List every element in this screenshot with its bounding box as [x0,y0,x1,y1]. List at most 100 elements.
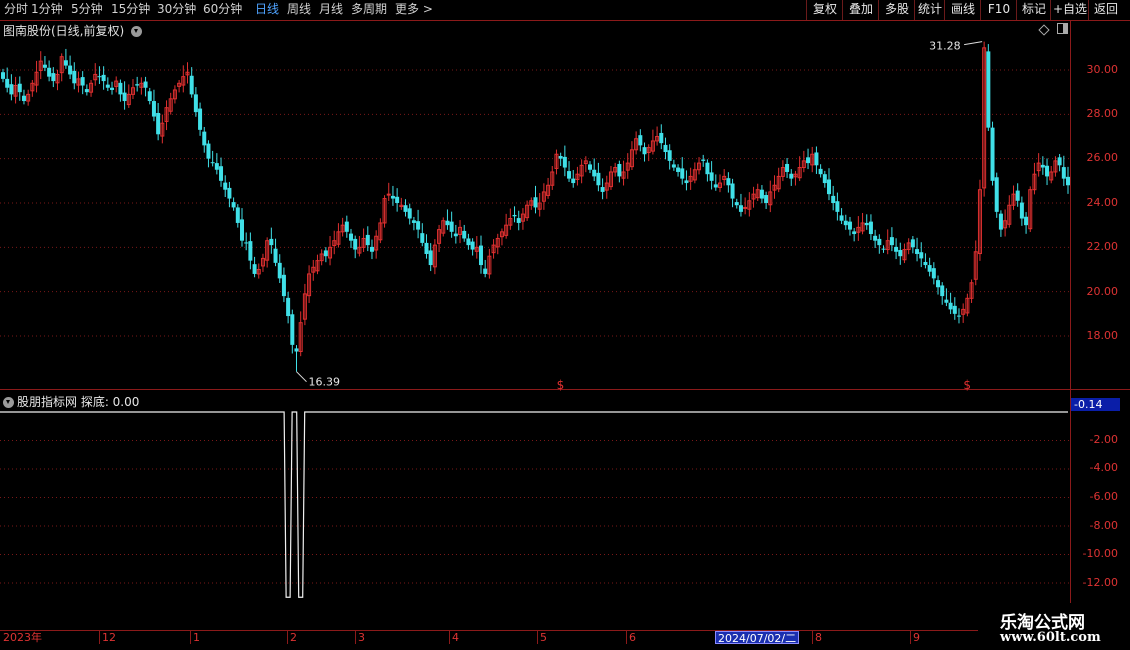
candle-body-down [411,220,416,223]
candle-body-down [831,195,836,203]
candle-body-down [533,197,538,208]
candle-body-down [290,314,295,345]
candle-body-down [877,238,882,246]
candle-body-down [5,78,10,88]
candle-body-down [596,172,601,186]
candle-body-down [806,157,811,164]
candle-body-down [835,201,840,212]
candle-body-down [51,73,56,82]
price-label-28: 28.00 [1086,107,1119,120]
candle-body-down [214,163,219,170]
candle-body-down [198,108,203,130]
candle-body-down [814,152,819,166]
date-label-3: 3 [358,631,365,644]
candle-body-down [231,202,236,208]
candle-body-down [68,65,73,75]
candle-body-down [193,94,198,113]
candle-body-down [369,246,374,252]
candle-body-down [395,196,400,203]
candle-body-down [235,207,240,223]
candle-body-down [931,268,936,279]
candle-body-down [948,302,953,310]
high-price-label: 31.28 [929,40,961,53]
indicator-line [0,411,1068,598]
price-label-22: 22.00 [1086,240,1119,253]
indicator-header: 股朋指标网 探底: 0.00 [3,393,139,410]
candle-body-down [676,167,681,172]
date-axis: 2023年 12 1 2 3 4 5 6 8 9 [0,630,978,645]
candle-body-down [72,70,77,84]
candle-body-down [516,218,521,223]
date-label-2: 2 [290,631,297,644]
candle-body-up [386,193,391,196]
candle-body-down [1,72,5,79]
date-label-1: 1 [193,631,200,644]
date-label-8: 8 [815,631,822,644]
candle-body-down [365,234,370,246]
low-arrow [296,371,307,383]
candle-body-down [659,132,664,144]
candle-body-down [206,143,211,159]
candle-body-down [785,163,790,172]
candle-body-down [105,84,110,88]
high-arrow [964,41,983,46]
candle-body-down [9,84,14,95]
candle-body-down [1040,164,1045,168]
candle-body-down [889,237,894,246]
candle-body-down [462,230,467,239]
candle-body-down [424,242,429,254]
candle-body-down [281,274,286,297]
signal-mark: $ [963,378,971,392]
candle-body-down [294,348,299,352]
candle-body-down [898,249,903,257]
candle-body-down [990,127,995,181]
candle-body-down [822,174,827,184]
candle-body-down [868,221,873,235]
candle-body-down [273,248,278,263]
candle-body-down [562,156,567,168]
candle-body-down [428,250,433,266]
price-label-20: 20.00 [1086,285,1119,298]
candle-body-down [151,101,156,117]
watermark-url: www.60lt.com [1000,630,1101,645]
candle-body-down [843,220,848,226]
candle-body-down [927,265,932,272]
candle-body-down [919,252,924,259]
candle-body-down [223,182,228,190]
date-label-12: 12 [102,631,116,644]
signal-mark: $ [557,378,565,392]
candle-body-down [726,178,731,186]
candle-body-down [567,171,572,179]
candle-body-down [940,285,945,297]
candle-body-down [403,205,408,212]
candle-body-down [642,147,647,155]
candle-body-down [344,221,349,232]
candle-body-down [1057,157,1062,166]
candle-body-down [420,233,425,243]
candle-body-down [1061,167,1066,179]
candle-body-down [847,221,852,230]
candle-body-up [743,206,748,209]
candle-body-down [998,213,1003,230]
candle-body-down [47,67,52,77]
candle-body-down [558,156,563,159]
candle-body-down [709,172,714,181]
date-label-9: 9 [913,631,920,644]
chevron-down-icon[interactable] [3,397,14,408]
candle-body-down [671,164,676,168]
ind-label-12: -12.00 [1082,576,1118,589]
price-label-24: 24.00 [1086,196,1119,209]
candle-body-down [952,305,957,314]
watermark: 乐淘公式网 www.60lt.com [978,603,1130,650]
candle-body-down [571,178,576,184]
candle-body-down [738,205,743,212]
candle-body-down [445,220,450,226]
candle-body-down [407,208,412,219]
candle-body-down [252,264,257,274]
ind-label-10: -10.00 [1082,547,1118,560]
indicator-title: 股朋指标网 探底: 0.00 [17,395,140,409]
candle-body-down [713,184,718,188]
candle-body-down [827,179,832,195]
candle-body-down [923,261,928,266]
date-label-4: 4 [452,631,459,644]
